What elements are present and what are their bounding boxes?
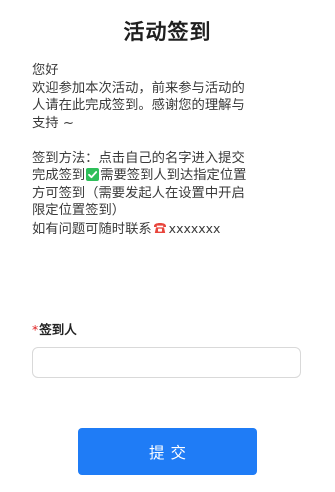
- check-in-page: 活动签到 您好 欢迎参加本次活动，前来参与活动的 人请在此完成签到。感谢您的理解…: [0, 0, 335, 492]
- method-line-3: 方可签到（需要发起人在设置中开启: [32, 185, 245, 201]
- method-line-2: 完成签到 需要签到人到达指定位置: [32, 167, 307, 185]
- intro-line-2: 人请在此完成签到。感谢您的理解与: [32, 98, 245, 113]
- intro-line-3: 支持 ~: [32, 115, 74, 131]
- description-block: 您好 欢迎参加本次活动，前来参与活动的 人请在此完成签到。感谢您的理解与 支持 …: [32, 62, 307, 238]
- name-input[interactable]: [32, 347, 301, 378]
- contact-line: 如有问题可随时联系 xxxxxxx: [32, 220, 307, 239]
- contact-text: 如有问题可随时联系: [32, 221, 152, 237]
- check-mark-icon: [86, 168, 100, 181]
- greeting-text: 您好: [32, 63, 59, 78]
- method-line-1: 签到方法：点击自己的名字进入提交: [32, 150, 245, 166]
- method-line-2-start: 完成签到: [32, 168, 86, 183]
- intro-line-1: 欢迎参加本次活动，前来参与活动的: [32, 80, 245, 96]
- required-mark: *: [32, 322, 39, 337]
- submit-button[interactable]: 提交: [78, 428, 257, 475]
- contact-number: xxxxxxx: [168, 220, 221, 236]
- method-line-2-end: 需要签到人到达指定位置: [100, 168, 247, 183]
- telephone-icon: [153, 222, 167, 234]
- name-field-label: *签到人: [32, 322, 77, 338]
- page-title: 活动签到: [123, 20, 212, 44]
- name-label-text: 签到人: [39, 322, 77, 337]
- method-line-4: 限定位置签到）: [32, 203, 126, 218]
